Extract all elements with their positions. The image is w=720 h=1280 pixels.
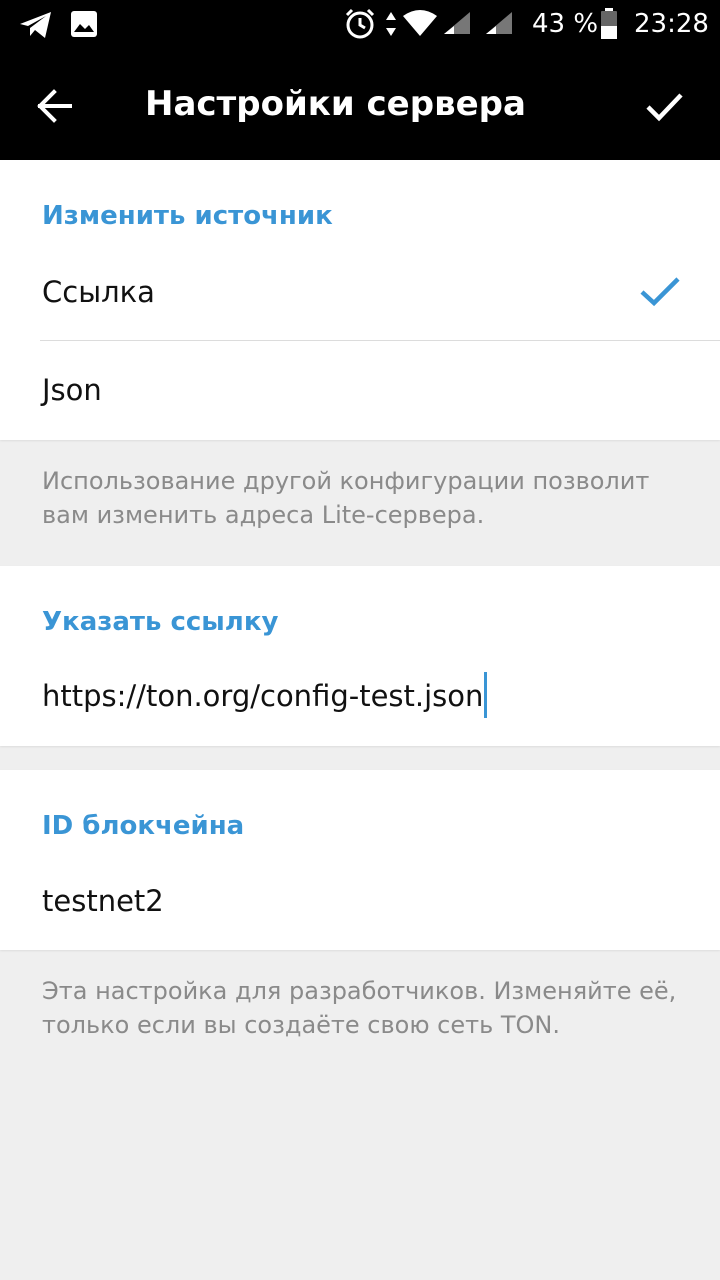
config-url-input[interactable]: https://ton.org/config-test.json: [42, 672, 488, 718]
battery-icon: [601, 8, 617, 39]
blockchain-section-title: ID блокчейна: [42, 811, 245, 841]
source-info-text: Использование другой конфигурации позвол…: [42, 467, 650, 529]
text-caret: [484, 672, 488, 718]
source-option-link[interactable]: Ссылка: [0, 248, 720, 340]
alarm-icon: [345, 8, 375, 39]
done-button[interactable]: [634, 76, 694, 136]
checkmark-icon: [646, 93, 683, 122]
source-option-label: Ссылка: [42, 275, 155, 309]
battery-percent: 43 %: [532, 9, 599, 39]
blockchain-section: ID блокчейна testnet2: [0, 770, 720, 950]
source-option-json[interactable]: Json: [0, 341, 720, 440]
back-arrow-icon: [37, 89, 72, 123]
page-title: Настройки сервера: [145, 84, 526, 124]
url-section-title: Указать ссылку: [42, 607, 279, 637]
blockchain-id-input[interactable]: testnet2: [42, 882, 164, 920]
back-button[interactable]: [24, 76, 84, 136]
clock: 23:28: [634, 9, 709, 39]
data-arrows-icon: [386, 12, 396, 36]
config-url-value: https://ton.org/config-test.json: [42, 679, 484, 713]
wifi-icon: [403, 10, 437, 36]
source-section-title: Изменить источник: [42, 201, 333, 231]
status-bar: 43 % 23:28: [0, 0, 720, 48]
checkmark-icon: [640, 277, 680, 307]
signal-icon: [444, 12, 470, 34]
source-section: Изменить источник Ссылка Json: [0, 160, 720, 440]
gallery-icon: [71, 11, 97, 37]
signal-icon: [486, 12, 512, 34]
url-section: Указать ссылку https://ton.org/config-te…: [0, 566, 720, 746]
telegram-icon: [20, 12, 51, 38]
source-option-label: Json: [42, 373, 102, 407]
blockchain-info-text: Эта настройка для разработчиков. Изменяй…: [42, 977, 677, 1039]
action-bar: Настройки сервера: [0, 48, 720, 160]
